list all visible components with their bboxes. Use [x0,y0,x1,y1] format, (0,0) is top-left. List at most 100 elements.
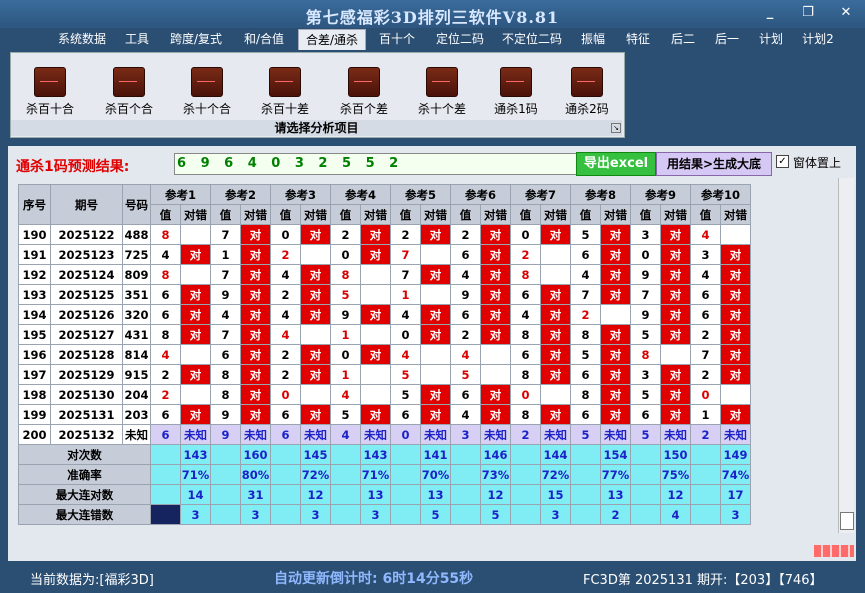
menu-system-data[interactable]: 系统数据 [52,29,112,49]
menu-tools[interactable]: 工具 [120,29,154,49]
row-check-miss [540,244,571,265]
table-row[interactable]: 196 2025128 814 4 6 对 2 对 0 对 4 4 6 对 5 对 8 7 对 [18,344,751,365]
dialog-launcher-icon[interactable]: ↘ [611,123,621,133]
maximize-icon[interactable]: ❐ [798,5,818,20]
kill-one-code-button[interactable]: 通杀1码 [483,67,549,116]
row-value: 2 [510,424,541,445]
menu-sum[interactable]: 和/合值 [236,29,292,49]
menu-last-one[interactable]: 后一 [710,29,744,49]
table-row[interactable]: 198 2025130 204 2 8 对 0 4 5 对 6 对 0 8 对 5 对 0 [18,384,751,405]
row-value: 6 [450,244,481,265]
row-check-hit: 对 [480,304,511,325]
row-check-unknown: 未知 [300,424,331,445]
stats-value: 3 [180,504,211,525]
menu-feature[interactable]: 特征 [620,29,656,49]
table-row[interactable]: 190 2025122 488 8 7 对 0 对 2 对 2 对 2 对 0 对 5 对 3 对 4 [18,224,751,245]
menu-amplitude[interactable]: 振幅 [576,29,610,49]
menu-last-two[interactable]: 后二 [666,29,700,49]
kill-two-code-button[interactable]: 通杀2码 [554,67,620,116]
row-check-hit: 对 [240,404,271,425]
row-value: 7 [210,324,241,345]
row-check-hit: 对 [720,284,751,305]
chart-icon [571,67,603,97]
menu-unfixed-two[interactable]: 不定位二码 [496,29,568,49]
scroll-thumb[interactable] [840,512,854,530]
button-label: 杀百个合 [104,102,153,116]
prediction-result-field[interactable]: 6 9 6 4 0 3 2 5 5 2 [174,153,578,175]
menu-plan[interactable]: 计划 [754,29,788,49]
menu-combo-kill[interactable]: 合差/通杀 [298,29,366,50]
stats-spacer [630,464,661,485]
row-check-hit: 对 [540,284,571,305]
row-value: 2 [450,224,481,245]
stats-spacer [150,484,181,505]
value-header: 值 [690,204,721,225]
minimize-icon[interactable]: _ [760,5,780,20]
close-icon[interactable]: ✕ [836,5,856,20]
table-row[interactable]: 195 2025127 431 8 对 7 对 4 1 0 对 2 对 8 对 8 对 5 对 2 对 [18,324,751,345]
kill-bai-ge-cha-button[interactable]: 杀百个差 [331,67,397,116]
menu-plan2[interactable]: 计划2 [798,29,838,49]
kill-bai-ge-he-button[interactable]: 杀百个合 [96,67,162,116]
row-value: 9 [630,304,661,325]
table-row[interactable]: 193 2025125 351 6 对 9 对 2 对 5 1 9 对 6 对 7 对 7 对 6 对 [18,284,751,305]
table-row[interactable]: 200 2025132 未知 6 未知 9 未知 6 未知 4 未知 0 未知 3 未知 2 未知 5 未知 5 未知 2… [18,424,751,445]
row-value: 6 [630,404,661,425]
stats-spacer [330,464,361,485]
row-check-hit: 对 [540,324,571,345]
row-check-hit: 对 [660,264,691,285]
stats-value: 12 [660,484,691,505]
menu-span[interactable]: 跨度/复式 [164,29,228,49]
row-check-hit: 对 [420,304,451,325]
row-period: 2025131 [50,404,123,425]
table-row[interactable]: 199 2025131 203 6 对 9 对 6 对 5 对 6 对 4 对 8 对 6 对 6 对 1 对 [18,404,751,425]
table-row[interactable]: 192 2025124 809 8 7 对 4 对 8 7 对 4 对 8 4 对 9 对 4 对 [18,264,751,285]
row-value: 8 [150,264,181,285]
vertical-scrollbar[interactable] [838,178,854,533]
row-value: 8 [510,264,541,285]
chart-icon [426,67,458,97]
row-value: 1 [690,404,721,425]
row-number: 351 [122,284,151,305]
table-row[interactable]: 194 2025126 320 6 对 4 对 4 对 9 对 4 对 6 对 4 对 2 9 对 6 对 [18,304,751,325]
window-title: 第七感福彩3D排列三软件V8.81 [305,8,560,27]
stats-spacer [390,444,421,465]
table-row[interactable]: 191 2025123 725 4 对 1 对 2 0 对 7 6 对 2 6 对 0 对 3 对 [18,244,751,265]
kill-bai-shi-he-button[interactable]: 杀百十合 [17,67,83,116]
row-value: 9 [630,264,661,285]
row-check-hit: 对 [240,244,271,265]
value-header: 值 [570,204,601,225]
row-value: 8 [210,364,241,385]
table-row[interactable]: 197 2025129 915 2 对 8 对 2 对 1 5 5 8 对 6 对 3 对 2 对 [18,364,751,385]
check-header: 对错 [540,204,571,225]
update-countdown: 自动更新倒计时: 6时14分55秒 [274,571,474,587]
menu-positions[interactable]: 百十个 [372,29,422,49]
row-check-hit: 对 [540,364,571,385]
row-check-hit: 对 [720,344,751,365]
row-value: 6 [450,384,481,405]
kill-shi-ge-he-button[interactable]: 杀十个合 [174,67,240,116]
row-value: 8 [150,324,181,345]
row-check-hit: 对 [300,284,331,305]
row-value: 2 [390,224,421,245]
generate-base-button[interactable]: 用结果>生成大底 [656,152,772,176]
kill-shi-ge-cha-button[interactable]: 杀十个差 [409,67,475,116]
row-value: 5 [450,364,481,385]
kill-bai-shi-cha-button[interactable]: 杀百十差 [252,67,318,116]
stats-label: 对次数 [18,444,151,465]
row-check-miss [420,344,451,365]
stay-on-top-checkbox[interactable]: ✓ [776,155,789,168]
row-check-miss [360,284,391,305]
row-value: 5 [630,324,661,345]
row-check-miss [420,244,451,265]
row-value: 2 [150,364,181,385]
stats-value: 14 [180,484,211,505]
row-value: 6 [510,344,541,365]
row-value: 8 [630,344,661,365]
progress-indicator [814,545,854,557]
export-excel-button[interactable]: 导出excel [576,152,656,176]
menu-fixed-two[interactable]: 定位二码 [430,29,490,49]
column-header-ref: 参考4 [330,184,391,205]
row-value: 2 [150,384,181,405]
row-check-hit: 对 [600,344,631,365]
